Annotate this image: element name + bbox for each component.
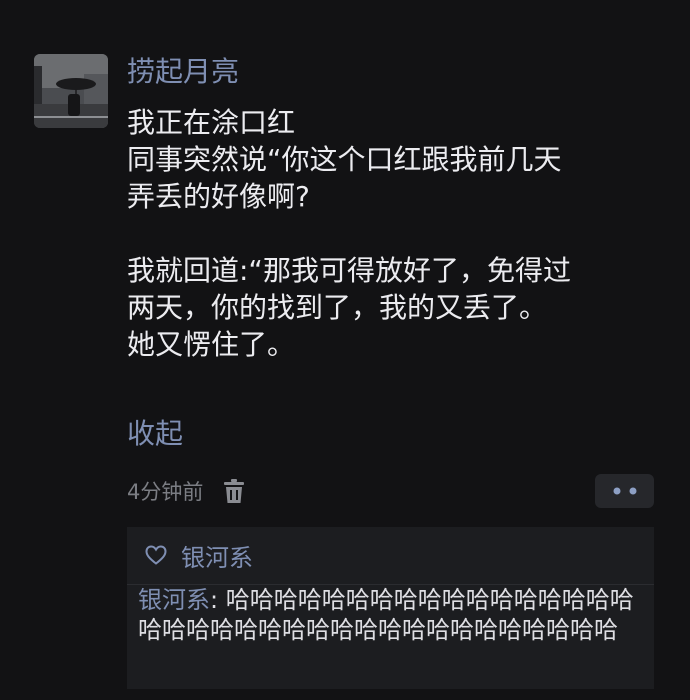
post-body: 我正在涂口红 同事突然说“你这个口红跟我前几天 弄丢的好像啊? 我就回道:“那我… — [127, 104, 667, 363]
post-line: 她又愣住了。 — [127, 328, 296, 361]
post-meta: 4分钟前 — [127, 474, 245, 508]
comment-separator: : — [210, 586, 226, 614]
heart-icon — [145, 545, 167, 565]
avatar[interactable] — [34, 54, 108, 128]
post-line: 我正在涂口红 — [127, 106, 296, 139]
post-line-blank — [127, 215, 667, 252]
post-line: 弄丢的好像啊? — [127, 180, 310, 213]
trash-icon[interactable] — [223, 478, 245, 504]
collapse-link[interactable]: 收起 — [127, 414, 183, 454]
post-line: 两天，你的找到了，我的又丢了。 — [127, 291, 548, 324]
username[interactable]: 捞起月亮 — [127, 52, 239, 92]
more-dots-icon — [613, 487, 636, 495]
comment-section: 银河系 银河系: 哈哈哈哈哈哈哈哈哈哈哈哈哈哈哈哈哈哈哈哈哈哈哈哈哈哈哈哈哈哈哈… — [127, 527, 654, 689]
post-time: 4分钟前 — [127, 480, 204, 504]
post-line: 我就回道:“那我可得放好了，免得过 — [127, 254, 571, 287]
comment[interactable]: 银河系: 哈哈哈哈哈哈哈哈哈哈哈哈哈哈哈哈哈哈哈哈哈哈哈哈哈哈哈哈哈哈哈哈哈哈哈… — [138, 585, 650, 645]
liker-name[interactable]: 银河系 — [181, 538, 253, 573]
likes-row: 银河系 — [145, 537, 253, 573]
comment-author[interactable]: 银河系 — [138, 586, 210, 614]
more-button[interactable] — [595, 474, 654, 508]
post-line: 同事突然说“你这个口红跟我前几天 — [127, 143, 562, 176]
